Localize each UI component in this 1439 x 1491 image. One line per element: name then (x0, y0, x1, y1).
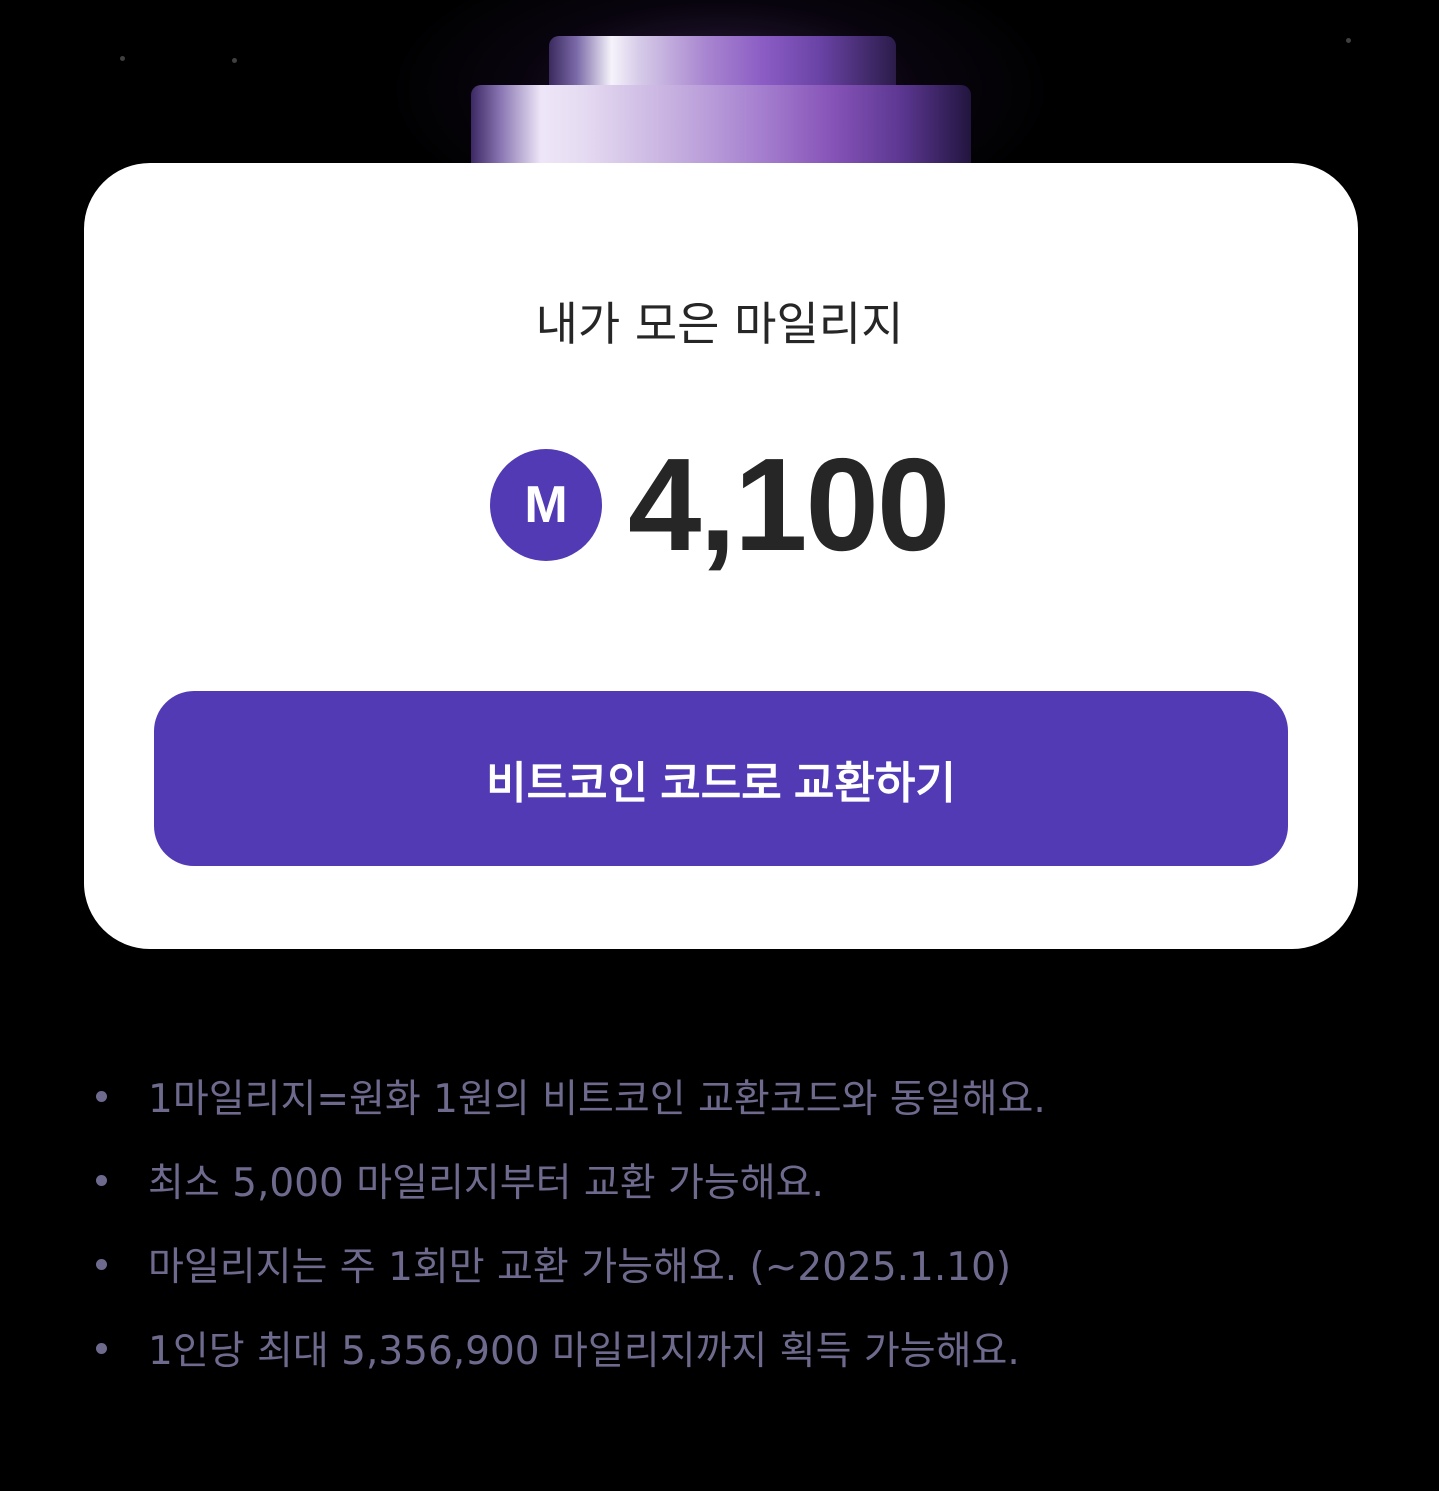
bullet-icon (96, 1090, 107, 1102)
bullet-icon (96, 1342, 107, 1354)
note-text: 1마일리지=원화 1원의 비트코인 교환코드와 동일해요. (148, 1077, 1046, 1122)
note-text: 마일리지는 주 1회만 교환 가능해요. (~2025.1.10) (148, 1245, 1012, 1290)
mileage-balance: M 4,100 (490, 431, 950, 578)
mileage-m-icon: M (490, 449, 602, 561)
mileage-balance-value: 4,100 (628, 431, 950, 578)
exchange-bitcoin-code-button[interactable]: 비트코인 코드로 교환하기 (154, 691, 1288, 866)
note-text: 최소 5,000 마일리지부터 교환 가능해요. (148, 1161, 824, 1206)
sparkle-decoration (1346, 38, 1351, 43)
coin-stack-illustration-bottom (471, 85, 971, 175)
note-text: 1인당 최대 5,356,900 마일리지까지 획득 가능해요. (148, 1329, 1020, 1374)
bullet-icon (96, 1174, 107, 1186)
sparkle-decoration (232, 58, 237, 63)
sparkle-decoration (120, 56, 125, 61)
mileage-title: 내가 모은 마일리지 (535, 297, 904, 351)
bullet-icon (96, 1258, 107, 1270)
